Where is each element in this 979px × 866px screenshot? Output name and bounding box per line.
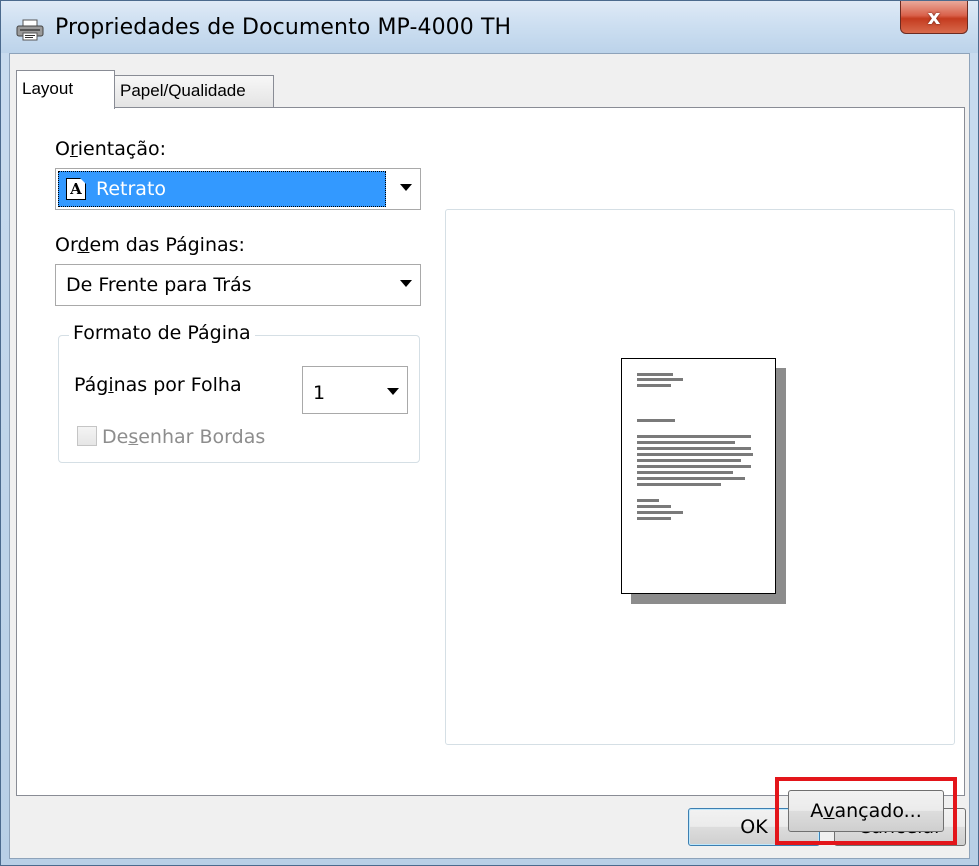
layout-tab-panel: Orientação: A Retrato Ordem das Páginas:… (16, 107, 965, 845)
tab-papel-qualidade-label: Papel/Qualidade (120, 81, 246, 100)
page-order-value-text: De Frente para Trás (66, 274, 252, 296)
pages-per-sheet-select[interactable]: 1 (302, 366, 408, 414)
window-title: Propriedades de Documento MP-4000 TH (55, 15, 512, 40)
orientation-label: Orientação: (55, 138, 166, 160)
orientation-select[interactable]: A Retrato (55, 168, 421, 210)
draw-borders-label: Desenhar Bordas (102, 426, 266, 448)
page-format-caption: Formato de Página (69, 322, 255, 344)
page-order-label: Ordem das Páginas: (55, 234, 245, 256)
tab-papel-qualidade[interactable]: Papel/Qualidade (114, 75, 274, 108)
layout-preview (445, 209, 955, 745)
tab-layout-label: Layout (22, 79, 74, 98)
pages-per-sheet-label: Páginas por Folha (74, 374, 242, 396)
tab-layout[interactable]: Layout (16, 70, 115, 109)
dialog-client-area: Layout Papel/Qualidade Orientação: A Ret… (9, 53, 970, 859)
chevron-down-icon[interactable] (400, 280, 412, 287)
close-icon: x (927, 5, 941, 29)
chevron-down-icon[interactable] (387, 388, 399, 395)
page-preview-thumbnail (621, 358, 776, 594)
orientation-select-value: A Retrato (58, 171, 386, 207)
chevron-down-icon[interactable] (400, 184, 412, 191)
document-properties-window: Propriedades de Documento MP-4000 TH x L… (0, 0, 979, 866)
page-order-select[interactable]: De Frente para Trás (55, 264, 421, 306)
advanced-button[interactable]: Av ançado... (788, 790, 944, 832)
orientation-value-text: Retrato (96, 178, 167, 200)
draw-borders-checkbox[interactable] (77, 426, 97, 446)
pages-per-sheet-value-text: 1 (313, 382, 326, 404)
portrait-page-icon: A (66, 178, 86, 200)
close-button[interactable]: x (900, 1, 968, 34)
title-bar[interactable]: Propriedades de Documento MP-4000 TH x (1, 1, 978, 53)
pages-per-sheet-select-value: 1 (305, 369, 373, 411)
printer-icon (16, 19, 44, 41)
page-order-select-value: De Frente para Trás (58, 267, 386, 303)
